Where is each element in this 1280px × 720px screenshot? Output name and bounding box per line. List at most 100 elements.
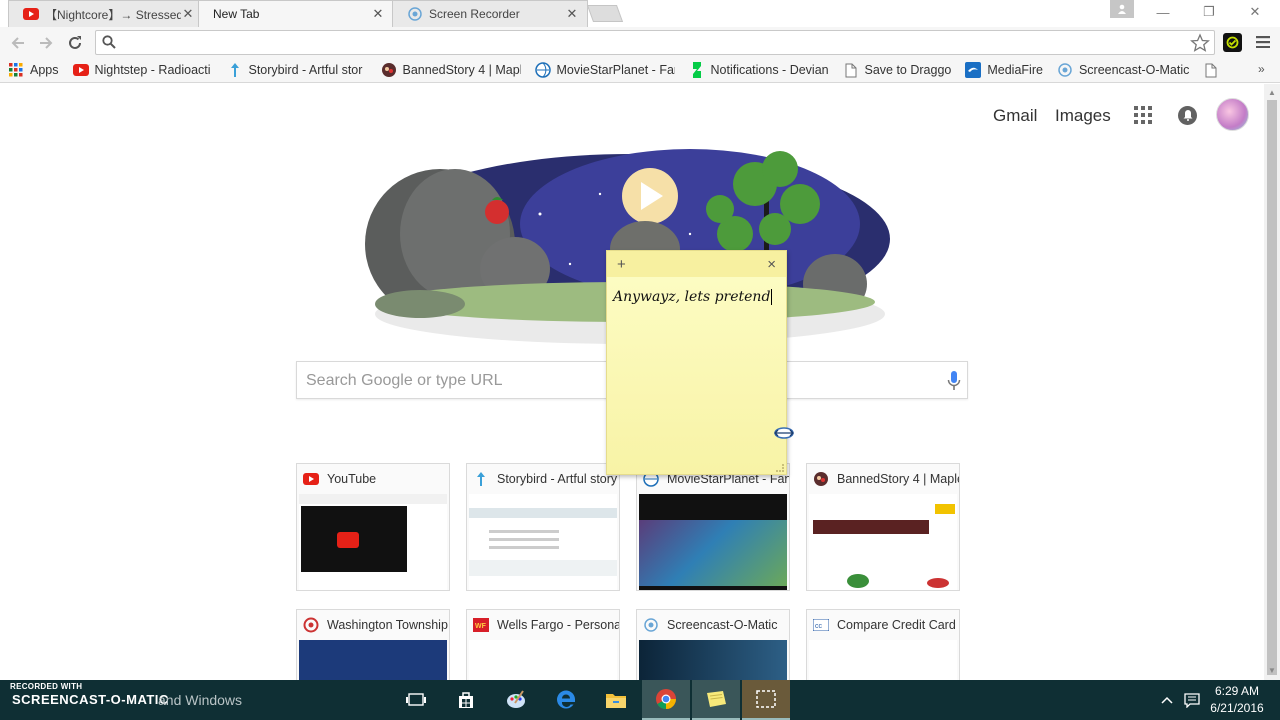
msp-icon bbox=[534, 62, 551, 78]
system-clock[interactable]: 6:29 AM 6/21/2016 bbox=[1204, 683, 1270, 717]
reload-icon[interactable] bbox=[65, 33, 85, 53]
file-explorer-icon[interactable] bbox=[592, 680, 640, 720]
tab-screen-recorder[interactable]: Screen Recorder ✕ bbox=[392, 0, 588, 27]
most-visited-tile[interactable]: Screencast-O-Matic bbox=[636, 609, 790, 680]
close-window-button[interactable]: ✕ bbox=[1232, 0, 1278, 24]
most-visited-tile[interactable]: BannedStory 4 | Maple bbox=[806, 463, 960, 591]
close-tab-icon[interactable]: ✕ bbox=[181, 6, 195, 22]
close-tab-icon[interactable]: ✕ bbox=[371, 6, 385, 22]
bookmark-save-to-draggo[interactable]: Save to Draggo bbox=[843, 62, 952, 78]
bookmark-label: MediaFire bbox=[987, 63, 1043, 77]
youtube-icon bbox=[72, 62, 89, 78]
task-view-icon[interactable] bbox=[392, 680, 440, 720]
mic-icon[interactable] bbox=[947, 370, 961, 395]
svg-text:WF: WF bbox=[475, 623, 487, 630]
bookmark-mediafire[interactable]: MediaFire bbox=[965, 62, 1043, 78]
google-apps-icon[interactable] bbox=[1134, 106, 1152, 124]
bookmark-label: Save to Draggo bbox=[864, 63, 952, 77]
forward-icon[interactable] bbox=[36, 33, 56, 53]
star-icon[interactable] bbox=[1190, 33, 1210, 56]
bookmark-storybird[interactable]: Storybird - Artful stor bbox=[227, 62, 367, 78]
bookmark-screencast[interactable]: Screencast-O-Matic bbox=[1057, 62, 1189, 78]
cortana-search-text[interactable]: and Windows bbox=[158, 692, 242, 708]
store-icon[interactable] bbox=[442, 680, 490, 720]
screencast-icon bbox=[1057, 62, 1073, 78]
most-visited-tile[interactable]: Washington Township bbox=[296, 609, 450, 680]
show-hidden-icons-icon[interactable] bbox=[1158, 680, 1176, 720]
bookmark-apps[interactable]: Apps bbox=[8, 62, 59, 78]
new-tab-button[interactable] bbox=[586, 5, 624, 22]
scrollbar-thumb[interactable] bbox=[1267, 100, 1277, 675]
extension-icon[interactable] bbox=[1223, 33, 1242, 52]
most-visited-tile[interactable]: cc Compare Credit Card bbox=[806, 609, 960, 680]
minimize-button[interactable]: — bbox=[1140, 0, 1186, 24]
screencast-icon bbox=[643, 617, 659, 633]
paint-icon[interactable] bbox=[492, 680, 540, 720]
most-visited-tile[interactable]: WF Wells Fargo - Personal bbox=[466, 609, 620, 680]
tile-title: BannedStory 4 | Maple bbox=[837, 471, 959, 486]
most-visited-tile[interactable]: MovieStarPlanet - Fan bbox=[636, 463, 790, 591]
add-note-button[interactable]: + bbox=[617, 256, 626, 273]
omnibox[interactable] bbox=[95, 30, 1215, 55]
images-link[interactable]: Images bbox=[1055, 106, 1111, 126]
scrollbar[interactable]: ▲ ▼ bbox=[1264, 84, 1280, 680]
user-icon[interactable] bbox=[1110, 0, 1134, 18]
action-center-icon[interactable] bbox=[1182, 680, 1202, 720]
clock-date: 6/21/2016 bbox=[1210, 701, 1264, 715]
tile-thumbnail bbox=[639, 494, 787, 590]
tab-title: Screen Recorder bbox=[429, 7, 520, 21]
bookmark-label: Storybird - Artful stor bbox=[248, 63, 363, 77]
gmail-link[interactable]: Gmail bbox=[993, 106, 1037, 126]
chrome-icon[interactable] bbox=[642, 680, 690, 720]
edge-icon[interactable] bbox=[542, 680, 590, 720]
most-visited-tile[interactable]: Storybird - Artful story bbox=[466, 463, 620, 591]
resize-grip-icon[interactable] bbox=[776, 464, 784, 472]
tile-thumbnail bbox=[469, 640, 617, 680]
sticky-notes-icon[interactable] bbox=[692, 680, 740, 720]
storybird-icon bbox=[473, 471, 489, 487]
tile-thumbnail bbox=[809, 494, 957, 590]
tab-strip: 【Nightcore】→ Stressed O ✕ New Tab ✕ Scre… bbox=[0, 0, 1280, 27]
bookmark-moviestarplanet[interactable]: MovieStarPlanet - Fan bbox=[534, 62, 675, 78]
bannedstory-icon bbox=[813, 471, 829, 487]
sticky-note-toolbar: + × bbox=[607, 251, 786, 277]
tile-thumbnail bbox=[299, 640, 447, 680]
bookmark-nightstep[interactable]: Nightstep - Radioacti bbox=[72, 62, 213, 78]
tile-thumbnail bbox=[639, 640, 787, 680]
tab-new-tab[interactable]: New Tab ✕ bbox=[198, 0, 394, 27]
back-icon[interactable] bbox=[8, 33, 28, 53]
search-icon bbox=[102, 35, 116, 52]
tile-thumbnail bbox=[299, 494, 447, 590]
tile-title: Screencast-O-Matic bbox=[667, 617, 778, 632]
tile-title: YouTube bbox=[327, 471, 377, 486]
bookmarks-bar: Apps Nightstep - Radioacti Storybird - A… bbox=[0, 58, 1280, 83]
page-icon bbox=[843, 62, 859, 78]
tile-title: Storybird - Artful story bbox=[497, 471, 618, 486]
wellsfargo-icon: WF bbox=[473, 617, 489, 633]
menu-icon[interactable] bbox=[1256, 36, 1270, 49]
notifications-icon[interactable] bbox=[1178, 106, 1197, 125]
search-placeholder: Search Google or type URL bbox=[306, 372, 503, 389]
close-note-button[interactable]: × bbox=[767, 256, 776, 273]
bookmark-label: Apps bbox=[30, 63, 59, 77]
close-tab-icon[interactable]: ✕ bbox=[565, 6, 579, 22]
sticky-note-text[interactable]: Anywayz, lets pretend bbox=[613, 289, 773, 305]
restore-button[interactable]: ❐ bbox=[1186, 0, 1232, 24]
bookmark-deviantart[interactable]: Notifications - Devian bbox=[689, 62, 829, 78]
taskbar: RECORDED WITH SCREENCAST-O-MATIC and Win… bbox=[0, 680, 1280, 720]
bookmark-untitled[interactable] bbox=[1203, 62, 1225, 78]
most-visited-tile[interactable]: YouTube bbox=[296, 463, 450, 591]
washington-icon bbox=[303, 617, 319, 633]
sticky-note[interactable]: + × Anywayz, lets pretend bbox=[606, 250, 787, 475]
tile-title: Washington Township bbox=[327, 617, 448, 632]
tile-thumbnail bbox=[469, 494, 617, 590]
tab-nightcore[interactable]: 【Nightcore】→ Stressed O ✕ bbox=[8, 0, 204, 27]
tile-thumbnail bbox=[809, 640, 957, 680]
bookmarks-overflow-icon[interactable]: » bbox=[1258, 62, 1265, 76]
screen-recorder-icon[interactable] bbox=[742, 680, 790, 720]
storybird-icon bbox=[227, 62, 243, 78]
tab-title: New Tab bbox=[213, 7, 260, 21]
bookmark-bannedstory[interactable]: BannedStory 4 | Mapl bbox=[381, 62, 521, 78]
avatar[interactable] bbox=[1216, 98, 1249, 131]
sticky-note-content: Anywayz, lets pretend bbox=[613, 289, 771, 305]
